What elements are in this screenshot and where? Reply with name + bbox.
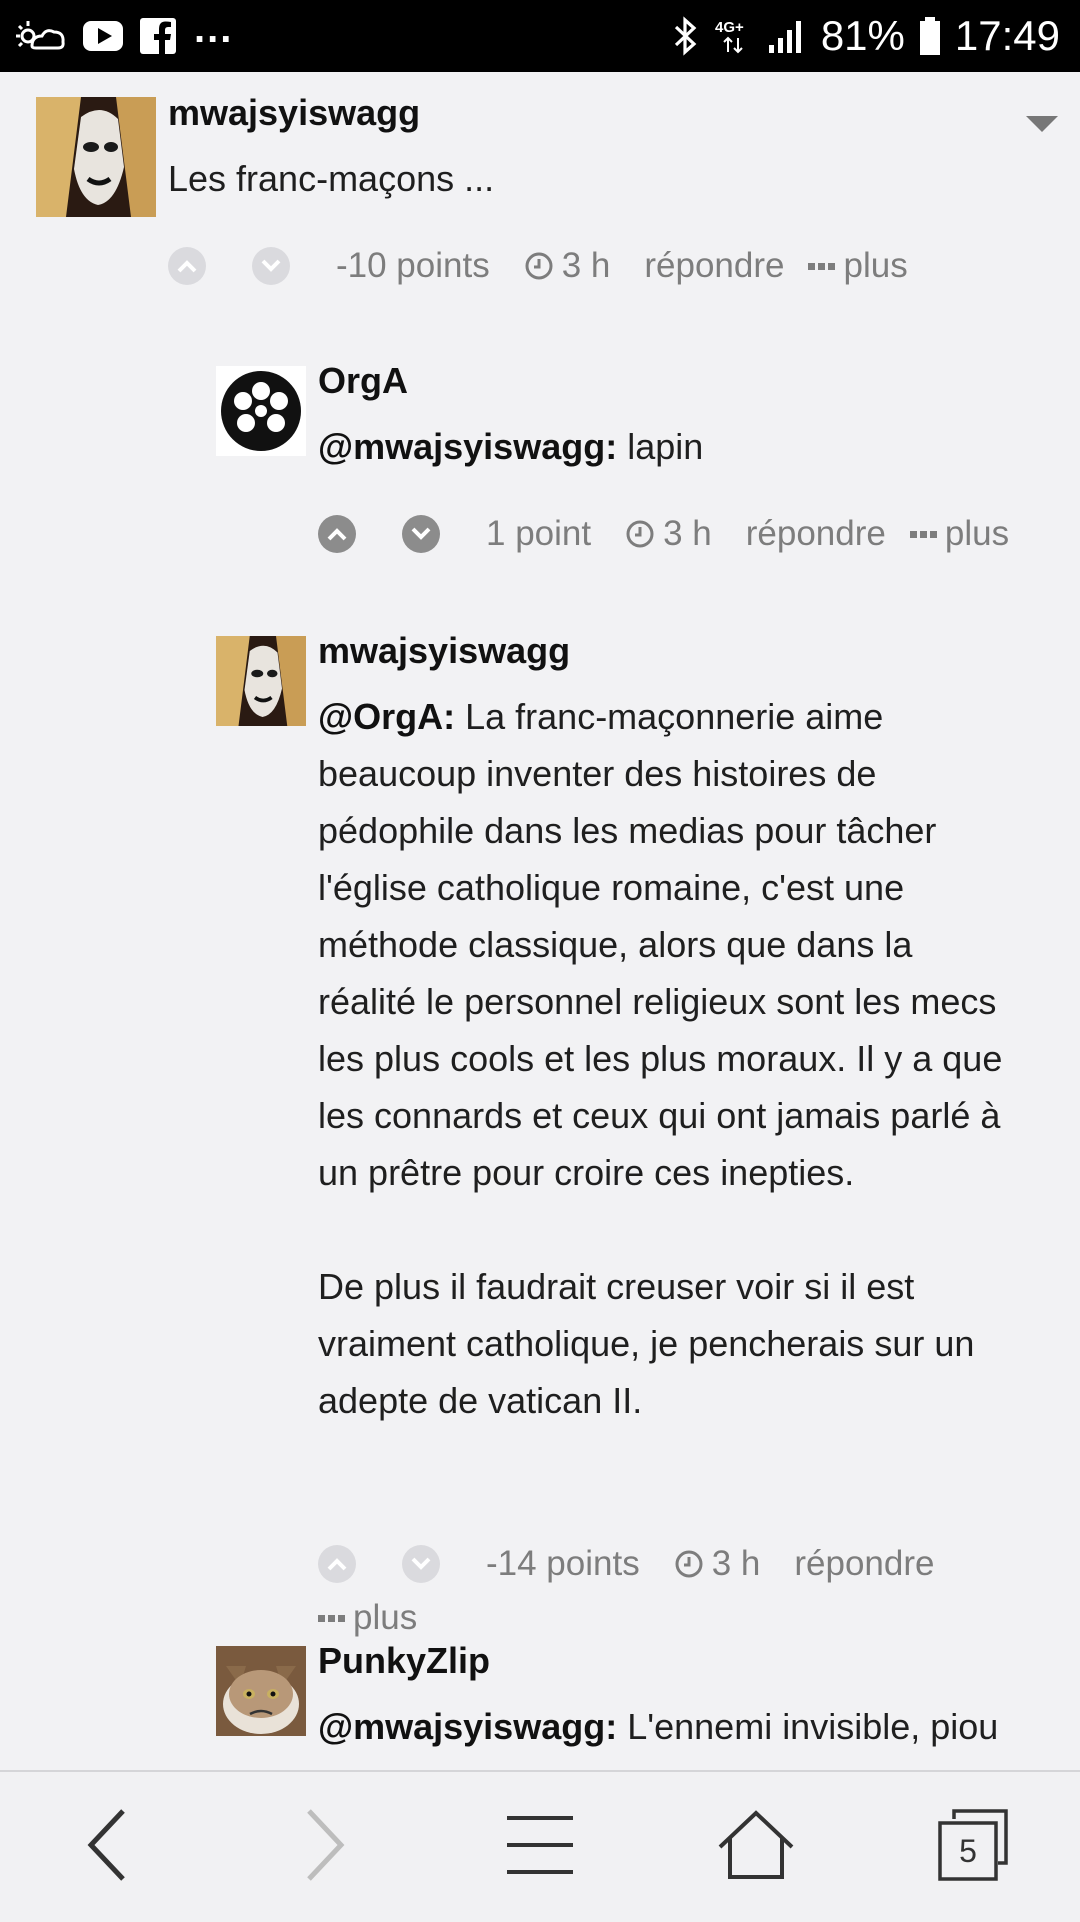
avatar[interactable] xyxy=(216,366,306,456)
clock-icon xyxy=(524,251,554,281)
comment-actions: 1 point 3 h répondre plus xyxy=(318,514,1009,554)
comment: mwajsyiswagg Les franc-maçons ... -10 po… xyxy=(0,72,1080,312)
clock-icon xyxy=(625,519,655,549)
status-bar: ... 4G+ 81% 17:49 xyxy=(0,0,1080,72)
username[interactable]: mwajsyiswagg xyxy=(168,92,420,134)
comment-thread: mwajsyiswagg Les franc-maçons ... -10 po… xyxy=(0,72,1080,1770)
tabs-button[interactable]: 5 xyxy=(912,1787,1032,1907)
home-button[interactable] xyxy=(696,1787,816,1907)
forward-button[interactable] xyxy=(264,1787,384,1907)
comment-reply: OrgA @mwajsyiswagg: lapin 1 point 3 h ré… xyxy=(0,352,1080,592)
points: -14 points xyxy=(486,1544,640,1583)
timestamp: 3 h xyxy=(663,514,712,553)
avatar[interactable] xyxy=(36,97,156,217)
tab-count: 5 xyxy=(959,1833,977,1869)
battery-percent: 81% xyxy=(820,12,905,59)
reply-link[interactable]: répondre xyxy=(644,246,784,286)
chevron-right-icon xyxy=(299,1805,349,1890)
clock-icon xyxy=(674,1549,704,1579)
username[interactable]: PunkyZlip xyxy=(318,1640,490,1682)
mention-link[interactable]: @OrgA: xyxy=(318,696,455,737)
comment-actions: -10 points 3 h répondre plus xyxy=(168,246,908,286)
bluetooth-icon xyxy=(673,16,699,56)
signal-icon xyxy=(767,17,807,55)
comment-body: Les franc-maçons ... xyxy=(168,158,495,199)
more-link[interactable]: plus xyxy=(945,514,1009,554)
more-icon[interactable] xyxy=(909,530,937,538)
menu-icon xyxy=(505,1814,575,1881)
timestamp: 3 h xyxy=(561,246,611,285)
back-button[interactable] xyxy=(48,1787,168,1907)
more-icon[interactable] xyxy=(808,262,836,270)
username[interactable]: mwajsyiswagg xyxy=(318,630,570,672)
timestamp: 3 h xyxy=(711,1544,761,1583)
status-overflow: ... xyxy=(194,6,234,51)
menu-button[interactable] xyxy=(480,1787,600,1907)
avatar[interactable] xyxy=(216,636,306,726)
battery-icon xyxy=(919,16,941,56)
avatar[interactable] xyxy=(216,1646,306,1736)
more-icon[interactable] xyxy=(318,1614,345,1622)
weather-icon xyxy=(16,16,66,56)
browser-bottom-nav: 5 xyxy=(0,1770,1080,1922)
upvote-icon[interactable] xyxy=(168,247,206,285)
chevron-left-icon xyxy=(83,1805,133,1890)
clock-time: 17:49 xyxy=(954,12,1060,59)
points: -10 points xyxy=(336,246,490,285)
comment-actions: -14 points 3 h répondre xyxy=(318,1544,934,1584)
downvote-icon[interactable] xyxy=(402,515,440,553)
collapse-caret-icon[interactable] xyxy=(1026,116,1058,132)
youtube-icon xyxy=(82,20,124,52)
mention-link[interactable]: @mwajsyiswagg: xyxy=(318,426,617,467)
comment-reply: mwajsyiswagg @OrgA: La franc-maçonnerie … xyxy=(0,622,1080,1672)
upvote-icon[interactable] xyxy=(318,515,356,553)
more-link[interactable]: plus xyxy=(843,246,907,286)
reply-link[interactable]: répondre xyxy=(746,514,886,554)
facebook-icon xyxy=(140,18,176,54)
network-4g-icon: 4G+ xyxy=(713,16,753,56)
svg-text:4G+: 4G+ xyxy=(715,19,744,36)
home-icon xyxy=(716,1809,796,1886)
upvote-icon[interactable] xyxy=(318,1545,356,1583)
comment-body: @OrgA: La franc-maçonnerie aime beaucoup… xyxy=(318,696,1003,1421)
comment-body: @mwajsyiswagg: lapin xyxy=(318,426,704,467)
points: 1 point xyxy=(486,514,592,553)
comment-body: @mwajsyiswagg: L'ennemi invisible, piou … xyxy=(318,1706,999,1770)
downvote-icon[interactable] xyxy=(402,1545,440,1583)
comment-reply: PunkyZlip @mwajsyiswagg: L'ennemi invisi… xyxy=(0,1632,1080,1770)
downvote-icon[interactable] xyxy=(252,247,290,285)
username[interactable]: OrgA xyxy=(318,360,408,402)
tabs-icon: 5 xyxy=(936,1808,1008,1886)
reply-link[interactable]: répondre xyxy=(794,1544,934,1584)
mention-link[interactable]: @mwajsyiswagg: xyxy=(318,1706,617,1747)
